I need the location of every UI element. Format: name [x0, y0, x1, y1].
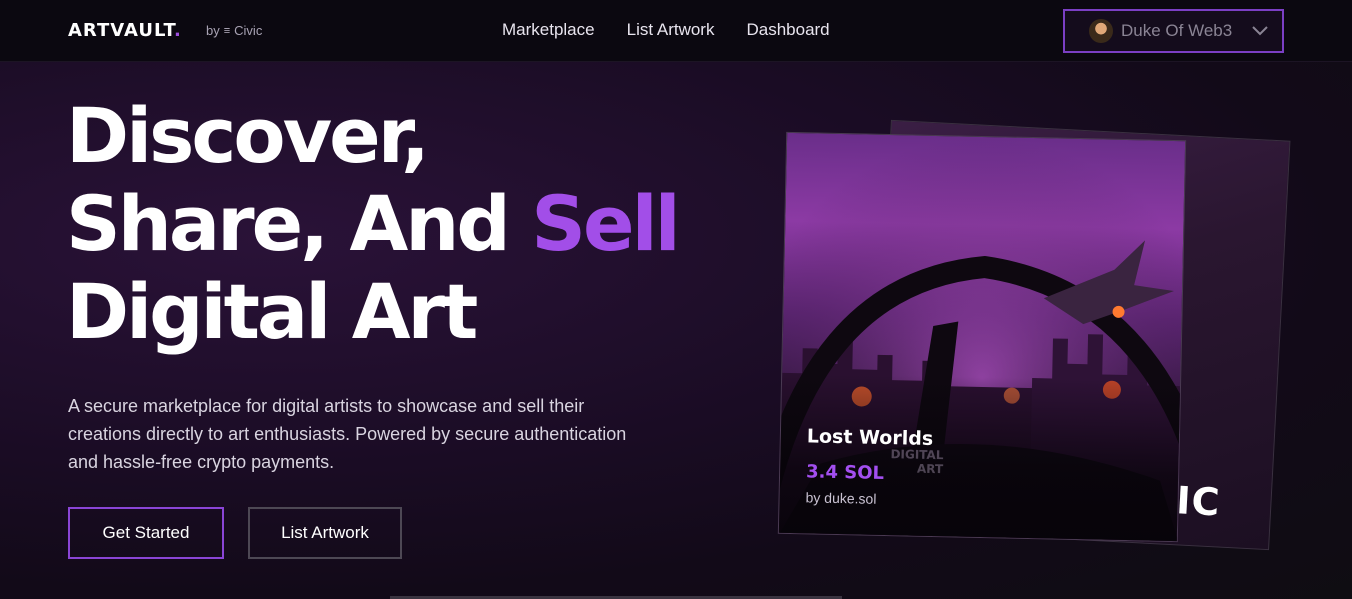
art-watermark: DIGITAL ART — [890, 447, 944, 477]
nav-marketplace[interactable]: Marketplace — [502, 20, 595, 40]
featured-art-stack: VIC Lost Worlds DIGITAL ART 3.4 SOL by d… — [760, 110, 1300, 580]
featured-art-card[interactable]: Lost Worlds DIGITAL ART 3.4 SOL by duke.… — [777, 131, 1187, 543]
hero-title-line2: Share, And — [66, 179, 511, 268]
art-watermark-line2: ART — [916, 461, 944, 477]
nav-dashboard[interactable]: Dashboard — [746, 20, 829, 40]
chevron-down-icon — [1252, 23, 1268, 39]
navbar: ARTVAULT. by ≡ Civic Marketplace List Ar… — [0, 0, 1352, 62]
user-name: Duke Of Web3 — [1121, 21, 1233, 40]
avatar — [1089, 19, 1113, 43]
logo[interactable]: ARTVAULT. — [68, 20, 182, 41]
logo-dot: . — [174, 20, 182, 41]
art-price: 3.4 SOL — [805, 461, 885, 484]
art-title: Lost Worlds — [806, 425, 934, 450]
get-started-button[interactable]: Get Started — [68, 507, 224, 559]
hero-title: Discover, Share, And Sell Digital Art — [66, 92, 706, 356]
nav-list-artwork[interactable]: List Artwork — [627, 20, 715, 40]
hero-title-accent: Sell — [531, 179, 680, 268]
logo-text: ARTVAULT — [68, 20, 174, 41]
art-artist: by duke.sol — [805, 489, 877, 507]
byline: by ≡ Civic — [206, 23, 262, 38]
art-shade — [778, 372, 1181, 542]
byline-brand: Civic — [234, 23, 263, 38]
hero-title-line1: Discover, — [66, 91, 430, 180]
list-artwork-button[interactable]: List Artwork — [248, 507, 402, 559]
main-nav: Marketplace List Artwork Dashboard — [502, 20, 830, 40]
user-menu-button[interactable]: Duke Of Web3 — [1063, 9, 1284, 53]
hero-title-line3: Digital Art — [66, 267, 478, 356]
hero-description: A secure marketplace for digital artists… — [68, 396, 627, 472]
art-watermark-line1: DIGITAL — [890, 447, 944, 463]
byline-prefix: by — [206, 23, 220, 38]
civic-icon: ≡ — [223, 24, 231, 37]
